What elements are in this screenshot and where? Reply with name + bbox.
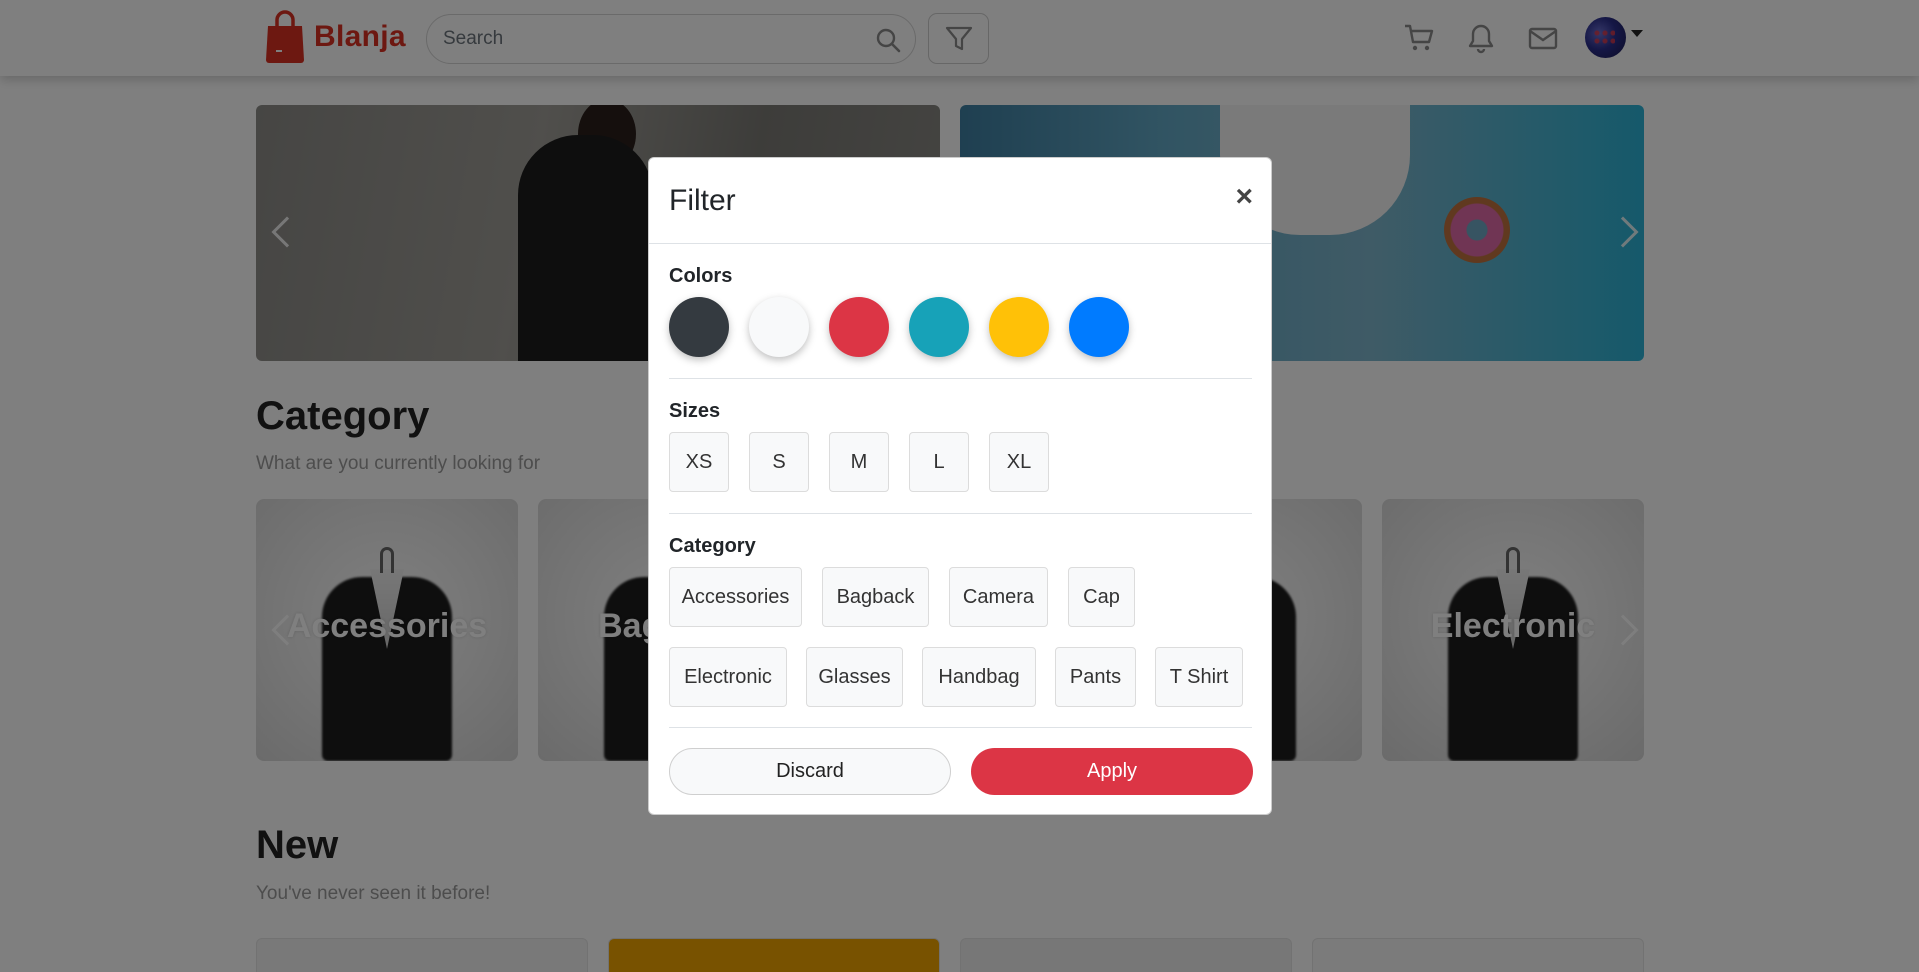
category-option[interactable]: Bagback xyxy=(822,567,929,627)
category-option[interactable]: Cap xyxy=(1068,567,1135,627)
category-label: Category xyxy=(669,535,756,557)
color-swatch-red[interactable] xyxy=(829,297,889,357)
color-swatch-dark[interactable] xyxy=(669,297,729,357)
divider xyxy=(669,513,1252,514)
category-option[interactable]: Pants xyxy=(1055,647,1136,707)
divider xyxy=(669,727,1252,728)
category-option[interactable]: Camera xyxy=(949,567,1048,627)
divider xyxy=(669,378,1252,379)
filter-modal: Filter × Colors Sizes XS S M L XL Catego… xyxy=(648,157,1272,815)
color-swatch-yellow[interactable] xyxy=(989,297,1049,357)
apply-button[interactable]: Apply xyxy=(971,748,1253,795)
category-option[interactable]: Handbag xyxy=(922,647,1036,707)
color-swatch-teal[interactable] xyxy=(909,297,969,357)
color-swatch-white[interactable] xyxy=(749,297,809,357)
category-option[interactable]: Accessories xyxy=(669,567,802,627)
close-icon[interactable]: × xyxy=(1235,182,1253,212)
category-option[interactable]: Electronic xyxy=(669,647,787,707)
discard-button[interactable]: Discard xyxy=(669,748,951,795)
modal-title: Filter xyxy=(669,184,736,217)
size-option[interactable]: XL xyxy=(989,432,1049,492)
size-option[interactable]: L xyxy=(909,432,969,492)
category-option[interactable]: T Shirt xyxy=(1155,647,1243,707)
size-option[interactable]: S xyxy=(749,432,809,492)
size-option[interactable]: XS xyxy=(669,432,729,492)
color-swatch-blue[interactable] xyxy=(1069,297,1129,357)
sizes-label: Sizes xyxy=(669,400,721,422)
modal-header: Filter × xyxy=(649,158,1271,244)
category-option[interactable]: Glasses xyxy=(806,647,903,707)
colors-label: Colors xyxy=(669,265,733,287)
size-option[interactable]: M xyxy=(829,432,889,492)
